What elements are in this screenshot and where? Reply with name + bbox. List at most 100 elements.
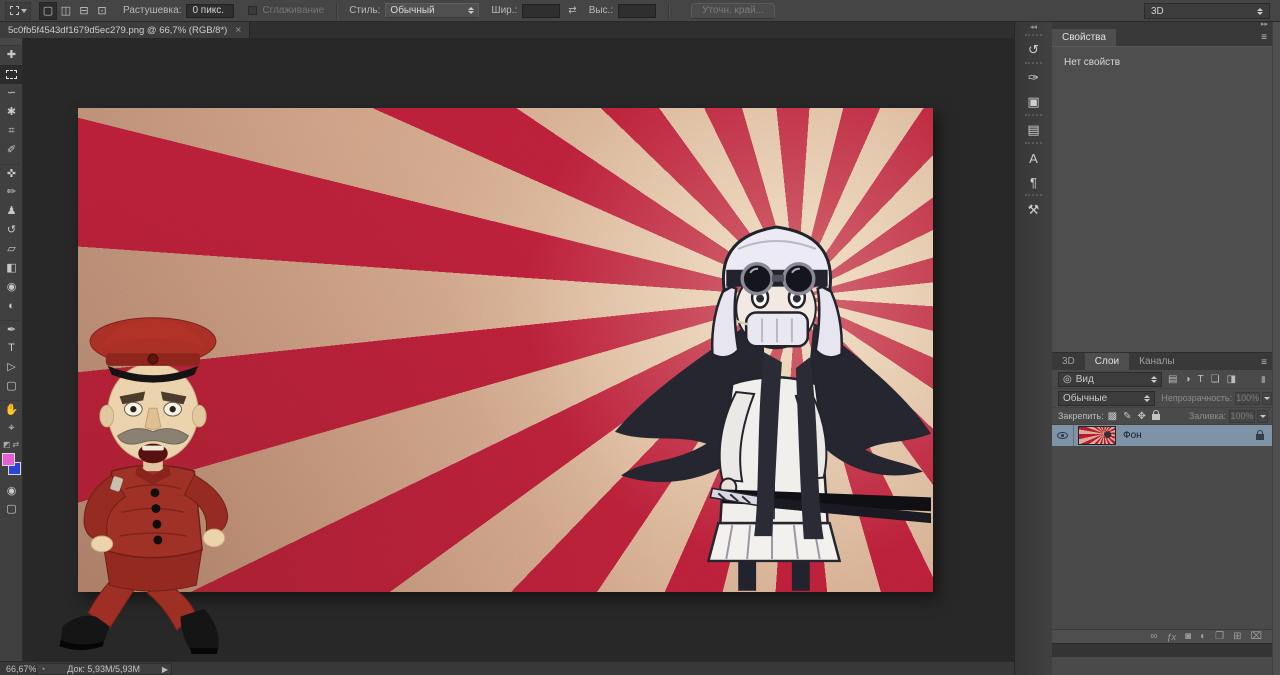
dodge-tool[interactable]: ◐ [0, 297, 23, 316]
path-selection-tool[interactable]: ▷ [0, 358, 23, 377]
visibility-cell[interactable] [1052, 425, 1074, 446]
swap-colors-icon[interactable]: ⇄ [12, 440, 19, 449]
filter-shape-layers-icon[interactable]: ❏ [1211, 374, 1220, 385]
new-selection-button[interactable]: ▢ [39, 2, 57, 20]
tab-channels[interactable]: Каналы [1129, 353, 1185, 370]
layer-style-icon[interactable]: ƒx [1167, 632, 1177, 642]
layer-row-background[interactable]: Фон [1052, 425, 1272, 446]
workspace-switcher[interactable]: 3D [1144, 3, 1270, 19]
tab-3d[interactable]: 3D [1052, 353, 1085, 370]
spot-healing-brush-tool[interactable]: ✜ [0, 164, 23, 183]
filter-toggle-icon[interactable]: ▮ [1261, 374, 1266, 385]
subtract-from-selection-button[interactable]: ⊟ [75, 2, 93, 20]
brush-tool[interactable]: ✏ [0, 183, 23, 202]
move-tool[interactable]: ✚ [0, 46, 23, 65]
pen-tool[interactable]: ✒ [0, 320, 23, 339]
history-brush-tool[interactable]: ↺ [0, 221, 23, 240]
gradient-tool[interactable]: ◧ [0, 259, 23, 278]
filter-adjustment-layers-icon[interactable]: ◑ [1184, 374, 1190, 385]
refine-edge-button[interactable]: Уточн. край... [691, 3, 775, 19]
screen-mode-button[interactable]: ▢ [0, 500, 23, 518]
antialias-checkbox[interactable] [248, 6, 257, 15]
opacity-value[interactable]: 100% [1235, 392, 1260, 405]
toolbar-grip[interactable] [0, 38, 22, 46]
document-tab[interactable]: 5c0fb5f4543df1679d5ec279.png @ 66,7% (RG… [0, 22, 250, 38]
quick-selection-tool[interactable]: ✱ [0, 103, 23, 122]
layer-comps-panel-icon[interactable]: ▤ [1015, 118, 1052, 142]
link-layers-icon[interactable]: ∞ [1150, 631, 1157, 642]
layers-tab-bar: 3D Слои Каналы ≡ [1052, 352, 1272, 370]
layer-name: Фон [1123, 430, 1142, 441]
adjustment-layer-icon[interactable]: ◐ [1200, 631, 1206, 642]
blur-tool[interactable]: ◉ [0, 278, 23, 297]
intersect-selection-button[interactable]: ⊡ [93, 2, 111, 20]
new-layer-icon[interactable]: ⊞ [1233, 631, 1241, 642]
lock-all-icon[interactable] [1152, 414, 1160, 420]
paragraph-panel-icon[interactable]: ¶ [1015, 170, 1052, 194]
rectangular-marquee-tool[interactable] [0, 65, 23, 84]
lasso-icon: ∽ [7, 88, 16, 99]
doc-info-box[interactable]: ◔ Док: 5,93M/5,93M ▶ [36, 663, 172, 675]
dock-scrollbar[interactable] [1272, 22, 1280, 675]
height-input[interactable] [618, 4, 656, 18]
tools-panel: ✚ ∽ ✱ ⌗ ✐ ✜ ✏ ♟ ↺ ▱ ◧ ◉ ◐ ✒ T ▷ ▢ ✋ ⌖ ◩ … [0, 38, 23, 661]
lock-position-icon[interactable]: ✥ [1137, 411, 1145, 422]
swap-dimensions-icon[interactable]: ⇄ [568, 5, 576, 16]
tool-preset-picker[interactable] [5, 2, 31, 20]
tab-layers[interactable]: Слои [1085, 353, 1129, 370]
shape-tool[interactable]: ▢ [0, 377, 23, 396]
clone-stamp-tool[interactable]: ♟ [0, 202, 23, 221]
zoom-tool[interactable]: ⌖ [0, 419, 23, 438]
workspace-value: 3D [1151, 6, 1164, 17]
fill-dropdown[interactable] [1257, 410, 1268, 423]
add-to-selection-button[interactable]: ◫ [57, 2, 75, 20]
layers-empty-area[interactable] [1052, 446, 1272, 629]
filter-pixel-layers-icon[interactable]: ▤ [1168, 374, 1177, 385]
layers-footer: ∞ ƒx ◙ ◐ ❐ ⊞ ⌧ [1052, 629, 1272, 643]
layer-filter-select[interactable]: ◎ Вид [1058, 372, 1162, 387]
feather-input[interactable]: 0 пикс. [186, 4, 234, 18]
eraser-tool[interactable]: ▱ [0, 240, 23, 259]
zoom-level[interactable]: 66,67% [6, 664, 37, 674]
type-tool[interactable]: T [0, 339, 23, 358]
blend-mode-select[interactable]: Обычные [1058, 391, 1155, 406]
opacity-dropdown[interactable] [1262, 392, 1272, 405]
quick-mask-button[interactable]: ◉ [0, 482, 23, 500]
width-input[interactable] [522, 4, 560, 18]
default-colors-icon[interactable]: ◩ [3, 440, 11, 449]
marquee-icon [6, 70, 17, 79]
panel-menu-icon[interactable]: ≡ [1261, 357, 1267, 368]
new-selection-icon: ▢ [43, 4, 53, 17]
lasso-tool[interactable]: ∽ [0, 84, 23, 103]
foreground-color-swatch[interactable] [2, 453, 15, 466]
intersect-selection-icon: ⊡ [97, 4, 106, 17]
history-brush-icon: ↺ [7, 225, 16, 236]
collapse-dock-icon[interactable]: ◂◂ [1015, 22, 1052, 34]
width-label: Шир.: [491, 5, 517, 16]
screen-mode-icon: ▢ [6, 504, 16, 515]
tool-presets-panel-icon[interactable]: ⚒ [1015, 198, 1052, 222]
add-mask-icon[interactable]: ◙ [1185, 631, 1191, 642]
crop-tool[interactable]: ⌗ [0, 122, 23, 141]
style-select[interactable]: Обычный [385, 3, 479, 18]
history-panel-icon[interactable]: ↺ [1015, 38, 1052, 62]
hand-tool[interactable]: ✋ [0, 400, 23, 419]
new-group-icon[interactable]: ❐ [1215, 631, 1224, 642]
type-icon: T [8, 343, 15, 354]
layer-thumbnail[interactable] [1078, 426, 1116, 445]
fill-value[interactable]: 100% [1229, 410, 1255, 423]
close-icon[interactable]: × [235, 25, 241, 36]
character-panel-icon[interactable]: A [1015, 146, 1052, 170]
style-label: Стиль: [349, 5, 380, 16]
lock-transparency-icon[interactable]: ▩ [1108, 411, 1117, 422]
brush-presets-panel-icon[interactable]: ✑ [1015, 66, 1052, 90]
lock-paint-icon[interactable]: ✎ [1123, 411, 1131, 422]
delete-layer-icon[interactable]: ⌧ [1250, 631, 1262, 642]
status-expand-icon[interactable]: ▶ [162, 665, 168, 674]
eyedropper-tool[interactable]: ✐ [0, 141, 23, 160]
filter-smart-objects-icon[interactable]: ◨ [1227, 374, 1236, 385]
tab-properties[interactable]: Свойства [1052, 29, 1116, 46]
filter-type-layers-icon[interactable]: T [1198, 374, 1204, 385]
panel-menu-icon[interactable]: ≡ [1261, 32, 1267, 43]
clone-source-panel-icon[interactable]: ▣ [1015, 90, 1052, 114]
